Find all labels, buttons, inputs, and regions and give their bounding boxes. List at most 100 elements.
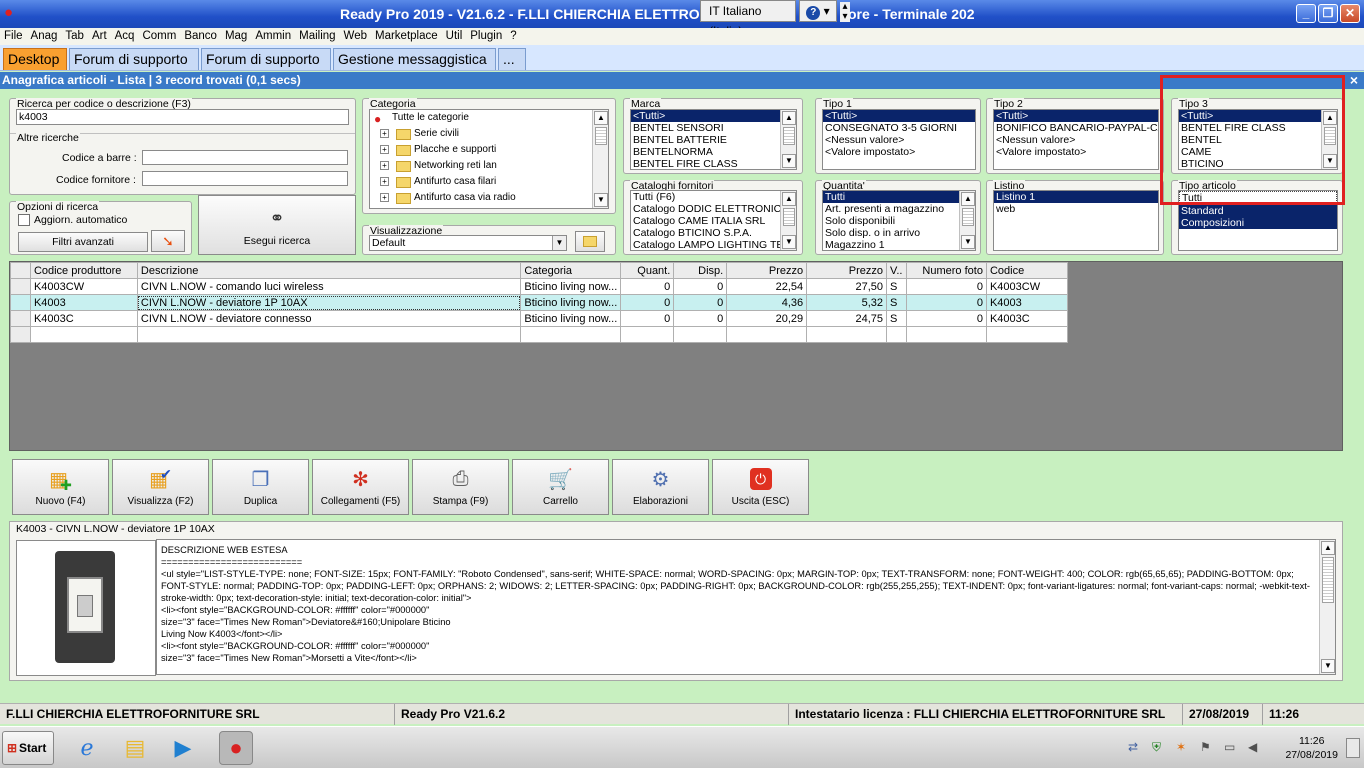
menu-file[interactable]: File xyxy=(0,28,27,44)
cell-price[interactable]: 4,36 xyxy=(726,294,808,311)
menu-mag[interactable]: Mag xyxy=(221,28,251,44)
expand-icon[interactable]: + xyxy=(380,129,389,138)
cell-quantity[interactable]: 0 xyxy=(620,310,675,327)
view-select[interactable]: Default ▼ xyxy=(369,235,567,251)
type1-item[interactable]: CONSEGNATO 3-5 GIORNI xyxy=(823,122,975,134)
category-item[interactable]: Placche e supporti xyxy=(414,144,496,155)
cell-quantity[interactable]: 0 xyxy=(620,278,675,295)
menu-ammin[interactable]: Ammin xyxy=(251,28,295,44)
catalog-item[interactable]: Catalogo DODIC ELETTRONICA xyxy=(631,203,796,215)
brand-item[interactable]: BENTEL FIRE CLASS xyxy=(631,158,796,169)
show-desktop-button[interactable] xyxy=(1346,738,1360,758)
quantity-item[interactable]: Tutti xyxy=(823,191,975,203)
cart-button[interactable]: 🛒 Carrello xyxy=(512,459,609,515)
cell-producer-code[interactable]: K4003CW xyxy=(29,278,138,295)
table-row-empty[interactable] xyxy=(10,326,1069,343)
cell-producer-code[interactable]: K4003C xyxy=(29,310,138,327)
catalog-item[interactable]: Tutti (F6) xyxy=(631,191,796,203)
volume-icon[interactable]: ◀ xyxy=(1248,740,1257,754)
cell-available[interactable]: 0 xyxy=(673,310,728,327)
column-header[interactable]: Codice xyxy=(985,262,1069,279)
duplicate-button[interactable]: ❐ Duplica xyxy=(212,459,309,515)
catalog-item[interactable]: Catalogo BTICINO S.P.A. xyxy=(631,227,796,239)
column-header[interactable]: Prezzo xyxy=(726,262,808,279)
print-button[interactable]: ⎙ Stampa (F9) xyxy=(412,459,509,515)
type1-list[interactable]: <Tutti> CONSEGNATO 3-5 GIORNI <Nessun va… xyxy=(822,109,976,170)
internet-explorer-icon[interactable]: ℯ xyxy=(70,731,104,765)
exit-button[interactable]: ⏻ Uscita (ESC) xyxy=(712,459,809,515)
category-item[interactable]: Serie civili xyxy=(414,128,459,139)
expand-icon[interactable]: + xyxy=(380,145,389,154)
help-button[interactable]: ? ▾ xyxy=(799,0,837,22)
clock[interactable]: 11:26 27/08/2019 xyxy=(1285,734,1338,762)
column-header[interactable]: Descrizione xyxy=(136,262,522,279)
quantity-item[interactable]: Art. presenti a magazzino xyxy=(823,203,975,215)
type2-item[interactable]: BONIFICO BANCARIO-PAYPAL-CA xyxy=(994,122,1158,134)
cell-photo-count[interactable]: 0 xyxy=(906,310,987,327)
cell-photo-count[interactable]: 0 xyxy=(906,278,987,295)
menu-help[interactable]: ? xyxy=(506,28,520,44)
menu-banco[interactable]: Banco xyxy=(180,28,221,44)
ready-pro-taskbar-icon[interactable]: ● xyxy=(219,731,253,765)
tab-forum-2[interactable]: Forum di supporto xyxy=(201,48,331,70)
search-input[interactable]: k4003 xyxy=(16,109,349,125)
type1-item[interactable]: <Valore impostato> xyxy=(823,146,975,158)
minimize-button[interactable]: _ xyxy=(1296,4,1316,23)
menu-web[interactable]: Web xyxy=(340,28,371,44)
links-button[interactable]: ✻ Collegamenti (F5) xyxy=(312,459,409,515)
tab-desktop[interactable]: Desktop xyxy=(3,48,67,70)
media-player-icon[interactable]: ▶ xyxy=(166,731,200,765)
column-header[interactable]: Quant. xyxy=(620,262,675,279)
category-item[interactable]: Antifurto casa filari xyxy=(414,176,496,187)
tab-forum-1[interactable]: Forum di supporto xyxy=(69,48,199,70)
column-header[interactable]: Categoria xyxy=(520,262,622,279)
cell-description[interactable]: CIVN L.NOW - comando luci wireless xyxy=(136,278,522,295)
cell-price-vat[interactable]: 27,50 xyxy=(806,278,888,295)
quantity-item[interactable]: Solo disp. o in arrivo xyxy=(823,227,975,239)
expand-icon[interactable]: + xyxy=(380,177,389,186)
cell-category[interactable]: Bticino living now... xyxy=(520,278,622,295)
open-folder-button[interactable] xyxy=(575,231,605,252)
product-image[interactable] xyxy=(16,540,156,676)
new-button[interactable]: ▦ ✚ Nuovo (F4) xyxy=(12,459,109,515)
menu-anag[interactable]: Anag xyxy=(27,28,62,44)
advanced-filters-button[interactable]: Filtri avanzati xyxy=(18,232,148,252)
cell-v[interactable]: S xyxy=(886,310,907,327)
cell-description[interactable]: CIVN L.NOW - deviatore 1P 10AX xyxy=(136,294,522,311)
cell-available[interactable]: 0 xyxy=(673,294,728,311)
table-row[interactable]: K4003CW CIVN L.NOW - comando luci wirele… xyxy=(10,278,1069,295)
brand-item[interactable]: BENTELNORMA xyxy=(631,146,796,158)
barcode-input[interactable] xyxy=(142,150,348,165)
close-section-icon[interactable]: × xyxy=(1350,72,1358,89)
pricelist-item[interactable]: web xyxy=(994,203,1158,215)
pricelist-item[interactable]: Listino 1 xyxy=(994,191,1158,203)
brand-item[interactable]: BENTEL BATTERIE xyxy=(631,134,796,146)
cell-code[interactable]: K4003C xyxy=(985,310,1069,327)
cell-producer-code[interactable]: K4003 xyxy=(29,294,138,311)
cell-description[interactable]: CIVN L.NOW - deviatore connesso xyxy=(136,310,522,327)
cell-v[interactable]: S xyxy=(886,294,907,311)
quantity-item[interactable]: Solo disponibili xyxy=(823,215,975,227)
cell-photo-count[interactable]: 0 xyxy=(906,294,987,311)
cell-available[interactable]: 0 xyxy=(673,278,728,295)
view-button[interactable]: ▦ ✔ Visualizza (F2) xyxy=(112,459,209,515)
menu-util[interactable]: Util xyxy=(442,28,467,44)
cell-v[interactable]: S xyxy=(886,278,907,295)
display-icon[interactable]: ▭ xyxy=(1224,740,1235,754)
catalogs-scrollbar[interactable]: ▲ ▼ xyxy=(780,191,796,250)
tab-messaggistica[interactable]: Gestione messaggistica xyxy=(333,48,496,70)
column-header[interactable]: Disp. xyxy=(673,262,728,279)
expand-icon[interactable]: + xyxy=(380,193,389,202)
catalog-item[interactable]: Catalogo CAME ITALIA SRL xyxy=(631,215,796,227)
column-header[interactable]: Numero foto xyxy=(906,262,987,279)
chevron-down-icon[interactable]: ▼ xyxy=(552,236,566,250)
cell-category[interactable]: Bticino living now... xyxy=(520,310,622,327)
menu-acq[interactable]: Acq xyxy=(111,28,139,44)
tab-more[interactable]: ... xyxy=(498,48,526,70)
cell-code[interactable]: K4003CW xyxy=(985,278,1069,295)
type1-item[interactable]: <Tutti> xyxy=(823,110,975,122)
category-item[interactable]: Antifurto casa via radio xyxy=(414,192,516,203)
cell-quantity[interactable]: 0 xyxy=(620,294,675,311)
cell-price-vat[interactable]: 5,32 xyxy=(806,294,888,311)
cell-price-vat[interactable]: 24,75 xyxy=(806,310,888,327)
